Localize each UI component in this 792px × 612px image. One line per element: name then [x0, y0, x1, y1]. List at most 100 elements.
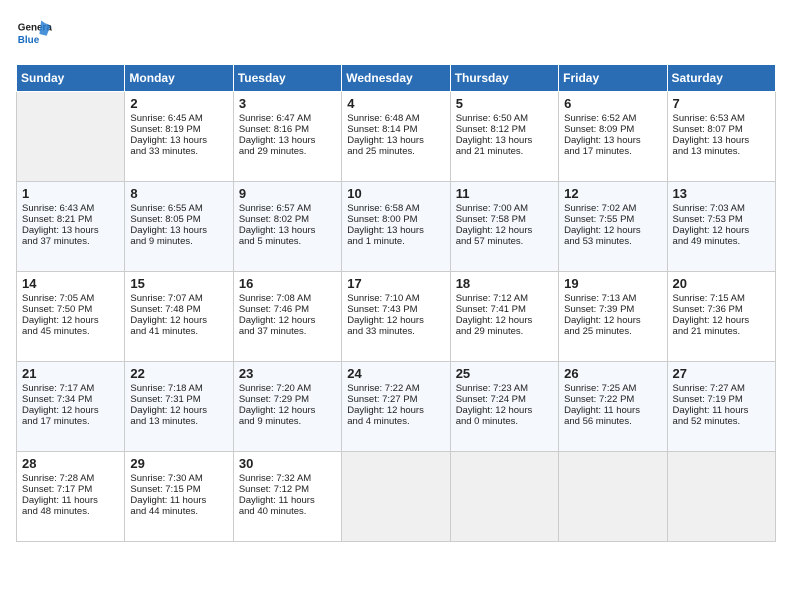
- cell-text: Daylight: 12 hours: [564, 315, 661, 326]
- calendar-cell: 28Sunrise: 7:28 AMSunset: 7:17 PMDayligh…: [17, 452, 125, 542]
- cell-text: Sunset: 7:15 PM: [130, 484, 227, 495]
- cell-text: Sunset: 7:34 PM: [22, 394, 119, 405]
- cell-text: Sunrise: 7:07 AM: [130, 293, 227, 304]
- calendar-cell: 22Sunrise: 7:18 AMSunset: 7:31 PMDayligh…: [125, 362, 233, 452]
- cell-text: Sunrise: 7:13 AM: [564, 293, 661, 304]
- day-number: 14: [22, 276, 119, 291]
- calendar-cell: 26Sunrise: 7:25 AMSunset: 7:22 PMDayligh…: [559, 362, 667, 452]
- cell-text: and 9 minutes.: [239, 416, 336, 427]
- day-header-wednesday: Wednesday: [342, 65, 450, 92]
- cell-text: Sunset: 7:31 PM: [130, 394, 227, 405]
- cell-text: Sunrise: 6:48 AM: [347, 113, 444, 124]
- day-number: 22: [130, 366, 227, 381]
- day-number: 18: [456, 276, 553, 291]
- calendar-cell: 20Sunrise: 7:15 AMSunset: 7:36 PMDayligh…: [667, 272, 775, 362]
- cell-text: Sunrise: 6:50 AM: [456, 113, 553, 124]
- cell-text: Sunrise: 7:12 AM: [456, 293, 553, 304]
- cell-text: Daylight: 12 hours: [130, 405, 227, 416]
- cell-text: Daylight: 13 hours: [239, 225, 336, 236]
- calendar-cell: 3Sunrise: 6:47 AMSunset: 8:16 PMDaylight…: [233, 92, 341, 182]
- day-number: 16: [239, 276, 336, 291]
- day-number: 4: [347, 96, 444, 111]
- day-number: 23: [239, 366, 336, 381]
- day-number: 11: [456, 186, 553, 201]
- calendar-cell: 12Sunrise: 7:02 AMSunset: 7:55 PMDayligh…: [559, 182, 667, 272]
- calendar-cell: 7Sunrise: 6:53 AMSunset: 8:07 PMDaylight…: [667, 92, 775, 182]
- cell-text: Sunrise: 7:05 AM: [22, 293, 119, 304]
- calendar-cell: 25Sunrise: 7:23 AMSunset: 7:24 PMDayligh…: [450, 362, 558, 452]
- cell-text: and 33 minutes.: [130, 146, 227, 157]
- cell-text: Sunset: 7:27 PM: [347, 394, 444, 405]
- cell-text: Sunset: 7:12 PM: [239, 484, 336, 495]
- calendar-cell: [342, 452, 450, 542]
- calendar-cell: 24Sunrise: 7:22 AMSunset: 7:27 PMDayligh…: [342, 362, 450, 452]
- cell-text: Daylight: 13 hours: [239, 135, 336, 146]
- cell-text: Daylight: 12 hours: [564, 225, 661, 236]
- day-number: 27: [673, 366, 770, 381]
- calendar-cell: 6Sunrise: 6:52 AMSunset: 8:09 PMDaylight…: [559, 92, 667, 182]
- calendar-cell: 16Sunrise: 7:08 AMSunset: 7:46 PMDayligh…: [233, 272, 341, 362]
- day-number: 28: [22, 456, 119, 471]
- cell-text: Sunset: 7:19 PM: [673, 394, 770, 405]
- cell-text: and 21 minutes.: [673, 326, 770, 337]
- cell-text: and 48 minutes.: [22, 506, 119, 517]
- cell-text: Sunset: 8:00 PM: [347, 214, 444, 225]
- cell-text: and 29 minutes.: [239, 146, 336, 157]
- cell-text: Sunrise: 6:53 AM: [673, 113, 770, 124]
- cell-text: Sunrise: 7:25 AM: [564, 383, 661, 394]
- cell-text: and 37 minutes.: [22, 236, 119, 247]
- calendar-cell: 9Sunrise: 6:57 AMSunset: 8:02 PMDaylight…: [233, 182, 341, 272]
- cell-text: Sunrise: 7:28 AM: [22, 473, 119, 484]
- cell-text: and 52 minutes.: [673, 416, 770, 427]
- cell-text: Sunset: 7:39 PM: [564, 304, 661, 315]
- calendar-week-2: 14 Sunrise: 7:05 AMSunset: 7:50 PM Dayligh…: [17, 272, 776, 362]
- cell-text: Sunset: 7:24 PM: [456, 394, 553, 405]
- calendar-header: SundayMondayTuesdayWednesdayThursdayFrid…: [17, 65, 776, 92]
- cell-text: Sunset: 8:05 PM: [130, 214, 227, 225]
- calendar-cell: 4Sunrise: 6:48 AMSunset: 8:14 PMDaylight…: [342, 92, 450, 182]
- cell-text: and 29 minutes.: [456, 326, 553, 337]
- calendar-table: SundayMondayTuesdayWednesdayThursdayFrid…: [16, 64, 776, 542]
- cell-text: and 45 minutes.: [22, 326, 119, 337]
- cell-text: Daylight: 12 hours: [239, 405, 336, 416]
- cell-text: Sunrise: 7:10 AM: [347, 293, 444, 304]
- logo: General Blue: [16, 16, 58, 52]
- cell-text: and 17 minutes.: [22, 416, 119, 427]
- day-number: 21: [22, 366, 119, 381]
- cell-text: Daylight: 12 hours: [347, 405, 444, 416]
- calendar-cell: 14Sunrise: 7:05 AMSunset: 7:50 PMDayligh…: [17, 272, 125, 362]
- cell-text: Daylight: 12 hours: [673, 315, 770, 326]
- day-header-saturday: Saturday: [667, 65, 775, 92]
- calendar-cell: 5Sunrise: 6:50 AMSunset: 8:12 PMDaylight…: [450, 92, 558, 182]
- day-number: 26: [564, 366, 661, 381]
- cell-text: Daylight: 12 hours: [130, 315, 227, 326]
- cell-text: Sunrise: 6:55 AM: [130, 203, 227, 214]
- cell-text: Daylight: 13 hours: [347, 225, 444, 236]
- cell-text: and 0 minutes.: [456, 416, 553, 427]
- cell-text: Sunset: 7:29 PM: [239, 394, 336, 405]
- cell-text: and 13 minutes.: [673, 146, 770, 157]
- calendar-cell: 10Sunrise: 6:58 AMSunset: 8:00 PMDayligh…: [342, 182, 450, 272]
- calendar-cell: 8Sunrise: 6:55 AMSunset: 8:05 PMDaylight…: [125, 182, 233, 272]
- day-number: 24: [347, 366, 444, 381]
- cell-text: Sunset: 8:21 PM: [22, 214, 119, 225]
- day-number: 20: [673, 276, 770, 291]
- cell-text: Sunrise: 7:02 AM: [564, 203, 661, 214]
- cell-text: Sunset: 8:12 PM: [456, 124, 553, 135]
- calendar-week-4: 28 Sunrise: 7:28 AMSunset: 7:17 PM Dayligh…: [17, 452, 776, 542]
- logo-icon: General Blue: [16, 16, 52, 52]
- calendar-cell: [667, 452, 775, 542]
- cell-text: Sunset: 8:07 PM: [673, 124, 770, 135]
- cell-text: Sunset: 7:55 PM: [564, 214, 661, 225]
- cell-text: Daylight: 11 hours: [239, 495, 336, 506]
- page-header: General Blue: [16, 16, 776, 52]
- day-number: 29: [130, 456, 227, 471]
- cell-text: Sunset: 7:48 PM: [130, 304, 227, 315]
- cell-text: Sunset: 7:22 PM: [564, 394, 661, 405]
- cell-text: Sunset: 7:50 PM: [22, 304, 119, 315]
- cell-text: Daylight: 12 hours: [22, 405, 119, 416]
- cell-text: and 37 minutes.: [239, 326, 336, 337]
- cell-text: and 21 minutes.: [456, 146, 553, 157]
- calendar-cell: 23Sunrise: 7:20 AMSunset: 7:29 PMDayligh…: [233, 362, 341, 452]
- cell-text: Sunset: 7:17 PM: [22, 484, 119, 495]
